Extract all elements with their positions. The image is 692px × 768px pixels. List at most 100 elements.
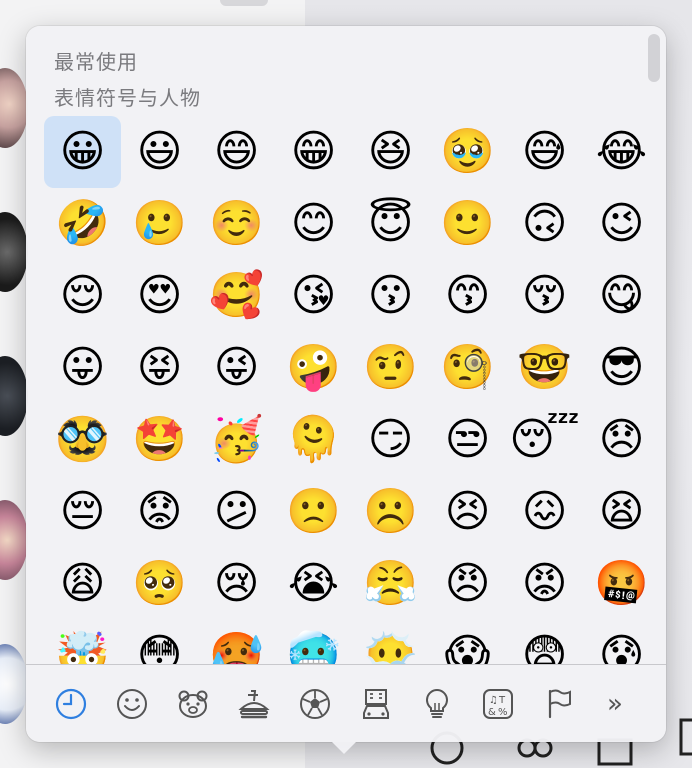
emoji-cell[interactable]: 😖: [506, 476, 583, 548]
emoji-cell[interactable]: 😍: [121, 260, 198, 332]
emoji-cell[interactable]: 😛: [44, 332, 121, 404]
emoji-cell[interactable]: 🤬: [583, 548, 660, 620]
emoji-cell[interactable]: 😀: [44, 116, 121, 188]
emoji-cell[interactable]: 😌: [44, 260, 121, 332]
emoji-cell[interactable]: 😡: [506, 548, 583, 620]
tab-objects[interactable]: [406, 674, 467, 734]
more-categories-button[interactable]: »: [595, 674, 635, 734]
emoji-cell[interactable]: 😠: [429, 548, 506, 620]
emoji-glyph: 🙃: [521, 198, 568, 249]
emoji-cell[interactable]: 🙁: [275, 476, 352, 548]
emoji-cell[interactable]: 🥸: [44, 404, 121, 476]
emoji-scroll-area[interactable]: 最常使用 表情符号与人物 😀 😃 😄 😁 😆 🥹 😅 😂 🤣 🥲 ☺️ 😊 😇 🙂 🙃 😉 😌 😍 🥰 😘 😗 😙 😚 😋 😛 😝…: [26, 26, 666, 664]
tab-animals[interactable]: [162, 674, 223, 734]
tab-recent[interactable]: [40, 674, 101, 734]
emoji-glyph: 😕: [213, 486, 260, 537]
background-avatar[interactable]: [0, 68, 28, 148]
emoji-glyph: 🥵: [209, 630, 264, 665]
emoji-cell[interactable]: 🥹: [429, 116, 506, 188]
emoji-cell[interactable]: 😔: [44, 476, 121, 548]
emoji-cell[interactable]: 😳: [121, 620, 198, 665]
emoji-cell[interactable]: 😅: [506, 116, 583, 188]
emoji-glyph: 😉: [598, 198, 645, 249]
emoji-glyph: 😏: [367, 414, 414, 465]
emoji-cell[interactable]: 😕: [198, 476, 275, 548]
emoji-cell[interactable]: 🙂: [429, 188, 506, 260]
emoji-cell[interactable]: 😎: [583, 332, 660, 404]
tab-flags[interactable]: [528, 674, 589, 734]
emoji-glyph: 😘: [290, 270, 337, 321]
tab-activity[interactable]: [284, 674, 345, 734]
emoji-cell[interactable]: 😢: [198, 548, 275, 620]
emoji-glyph: 😩: [59, 558, 106, 609]
emoji-cell[interactable]: 🧐: [429, 332, 506, 404]
emoji-glyph: 🥶: [286, 630, 341, 665]
emoji-cell[interactable]: 😃: [121, 116, 198, 188]
emoji-cell[interactable]: 😗: [352, 260, 429, 332]
emoji-cell[interactable]: 🤯: [44, 620, 121, 665]
emoji-cell[interactable]: 😚: [506, 260, 583, 332]
emoji-glyph: 😳: [136, 630, 183, 665]
emoji-cell[interactable]: 🥶: [275, 620, 352, 665]
emoji-glyph: 😍: [136, 270, 183, 321]
tab-smileys[interactable]: [101, 674, 162, 734]
tab-food[interactable]: [223, 674, 284, 734]
emoji-cell[interactable]: 😂: [583, 116, 660, 188]
emoji-glyph: 😔: [59, 486, 106, 537]
background-avatar[interactable]: [0, 644, 28, 724]
svg-text:&: &: [488, 707, 496, 718]
emoji-cell[interactable]: 😶‍🌫️: [352, 620, 429, 665]
emoji-cell[interactable]: 🥺: [121, 548, 198, 620]
emoji-cell[interactable]: 😩: [44, 548, 121, 620]
emoji-cell[interactable]: 🤣: [44, 188, 121, 260]
tab-symbols[interactable]: ♫ T &%: [467, 674, 528, 734]
scrollbar-thumb[interactable]: [648, 34, 660, 82]
emoji-cell[interactable]: 😞: [583, 404, 660, 476]
emoji-glyph: 😨: [521, 630, 568, 665]
emoji-cell[interactable]: 😫: [583, 476, 660, 548]
emoji-cell[interactable]: 🥳: [198, 404, 275, 476]
emoji-cell[interactable]: 😴: [506, 404, 583, 476]
emoji-cell[interactable]: ☺️: [198, 188, 275, 260]
emoji-cell[interactable]: 😘: [275, 260, 352, 332]
emoji-cell[interactable]: 😱: [429, 620, 506, 665]
emoji-cell[interactable]: 🤨: [352, 332, 429, 404]
emoji-cell[interactable]: 😭: [275, 548, 352, 620]
emoji-cell[interactable]: 🤓: [506, 332, 583, 404]
emoji-glyph: 😰: [598, 630, 645, 665]
emoji-cell[interactable]: 😒: [429, 404, 506, 476]
emoji-glyph: 😜: [213, 342, 260, 393]
emoji-cell[interactable]: 😉: [583, 188, 660, 260]
emoji-cell[interactable]: 😆: [352, 116, 429, 188]
emoji-cell[interactable]: 🥰: [198, 260, 275, 332]
emoji-cell[interactable]: ☹️: [352, 476, 429, 548]
emoji-cell[interactable]: 😨: [506, 620, 583, 665]
emoji-cell[interactable]: 🥲: [121, 188, 198, 260]
emoji-glyph: 😂: [595, 126, 648, 177]
background-avatar[interactable]: [0, 212, 28, 292]
emoji-cell[interactable]: 🤪: [275, 332, 352, 404]
emoji-cell[interactable]: 😙: [429, 260, 506, 332]
emoji-cell[interactable]: 🙃: [506, 188, 583, 260]
emoji-cell[interactable]: 😝: [121, 332, 198, 404]
emoji-cell[interactable]: 😁: [275, 116, 352, 188]
emoji-glyph: 😭: [287, 558, 340, 609]
emoji-cell[interactable]: 😰: [583, 620, 660, 665]
emoji-cell[interactable]: 😊: [275, 188, 352, 260]
emoji-cell[interactable]: 😟: [121, 476, 198, 548]
emoji-glyph: 😆: [367, 126, 414, 177]
emoji-cell[interactable]: 🤩: [121, 404, 198, 476]
emoji-cell[interactable]: 😄: [198, 116, 275, 188]
emoji-cell[interactable]: 😋: [583, 260, 660, 332]
emoji-cell[interactable]: 🫠: [275, 404, 352, 476]
tab-travel[interactable]: [345, 674, 406, 734]
emoji-cell[interactable]: 😤: [352, 548, 429, 620]
emoji-cell[interactable]: 🥵: [198, 620, 275, 665]
background-toolbar-icon[interactable]: [677, 718, 692, 758]
emoji-cell[interactable]: 😣: [429, 476, 506, 548]
emoji-cell[interactable]: 😏: [352, 404, 429, 476]
background-avatar[interactable]: [0, 500, 28, 580]
background-avatar[interactable]: [0, 356, 28, 436]
emoji-cell[interactable]: 😇: [352, 188, 429, 260]
emoji-cell[interactable]: 😜: [198, 332, 275, 404]
